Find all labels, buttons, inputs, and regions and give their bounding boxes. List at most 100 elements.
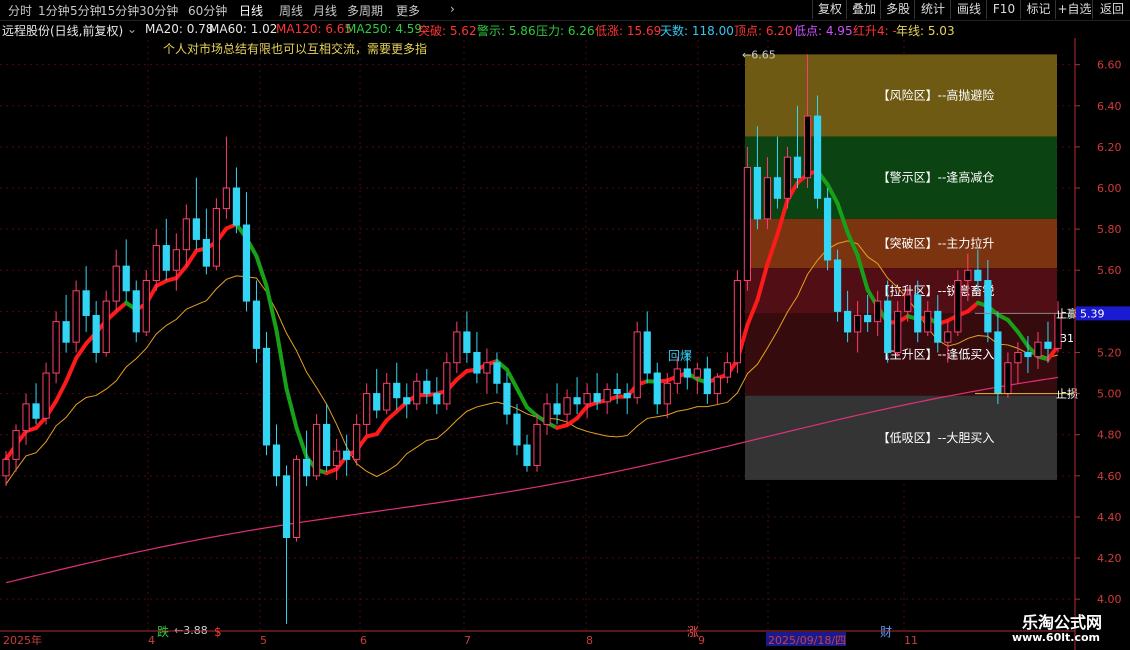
candle-body[interactable]	[573, 397, 581, 405]
candle-body[interactable]	[302, 458, 311, 477]
candle-body[interactable]	[673, 368, 681, 384]
candle-body[interactable]	[713, 376, 721, 395]
candle-body[interactable]	[643, 331, 651, 374]
candle-body[interactable]	[1044, 341, 1052, 349]
candle-body[interactable]	[1014, 351, 1022, 364]
candle-body[interactable]	[212, 208, 221, 267]
candle-body[interactable]	[843, 310, 852, 333]
candle-body[interactable]	[793, 156, 802, 179]
candle-body[interactable]	[703, 368, 711, 395]
candle-body[interactable]	[343, 450, 351, 460]
candle-body[interactable]	[543, 403, 551, 425]
candle-body[interactable]	[683, 368, 691, 378]
candle-body[interactable]	[62, 321, 70, 343]
chevron-down-icon[interactable]: ⌄	[127, 22, 137, 36]
candle-body[interactable]	[222, 187, 231, 210]
candle-body[interactable]	[723, 362, 731, 378]
chevron-right-icon[interactable]: ›	[450, 2, 455, 16]
candle-body[interactable]	[353, 423, 361, 460]
candle-body[interactable]	[904, 294, 912, 312]
stock-title[interactable]: 远程股份(日线,前复权)	[2, 22, 123, 39]
candle-body[interactable]	[864, 314, 872, 323]
candle-body[interactable]	[483, 362, 491, 374]
candle-body[interactable]	[323, 423, 331, 467]
toolbar-button-5[interactable]: F10	[986, 0, 1021, 19]
candle-body[interactable]	[433, 393, 441, 405]
candle-body[interactable]	[884, 300, 892, 353]
candle-body[interactable]	[112, 265, 120, 302]
toolbar-button-7[interactable]: +自选	[1055, 0, 1093, 19]
candle-body[interactable]	[653, 372, 661, 405]
candle-body[interactable]	[363, 393, 371, 425]
candlestick-chart[interactable]: 【风险区】--高抛避险【警示区】--逢高减仓【突破区】--主力拉升【拉升区】--…	[0, 38, 1130, 650]
candle-body[interactable]	[2, 458, 10, 477]
candle-body[interactable]	[72, 290, 80, 343]
candle-body[interactable]	[453, 331, 461, 364]
candle-body[interactable]	[252, 300, 261, 349]
candle-body[interactable]	[292, 458, 301, 538]
candle-body[interactable]	[503, 382, 511, 415]
candle-body[interactable]	[473, 351, 481, 374]
candle-body[interactable]	[122, 265, 130, 292]
candle-body[interactable]	[172, 249, 180, 271]
candle-body[interactable]	[312, 423, 321, 477]
candle-body[interactable]	[403, 397, 411, 405]
candle-body[interactable]	[854, 314, 862, 333]
candle-body[interactable]	[944, 331, 952, 343]
candle-body[interactable]	[733, 280, 741, 364]
candle-body[interactable]	[563, 397, 571, 415]
candle-body[interactable]	[102, 300, 110, 353]
tab-9[interactable]: 多周期	[347, 2, 383, 19]
candle-body[interactable]	[753, 166, 762, 220]
candle-body[interactable]	[282, 475, 291, 538]
candle-body[interactable]	[553, 403, 561, 415]
tab-2[interactable]: 5分钟	[70, 2, 102, 19]
candle-body[interactable]	[152, 245, 160, 282]
candle-body[interactable]	[493, 362, 501, 384]
candle-body[interactable]	[583, 393, 591, 405]
candle-body[interactable]	[693, 368, 701, 378]
candle-body[interactable]	[823, 197, 832, 261]
candle-body[interactable]	[964, 269, 972, 282]
candle-body[interactable]	[954, 280, 962, 333]
candle-body[interactable]	[463, 331, 471, 353]
tab-10[interactable]: 更多	[396, 2, 420, 19]
tab-1[interactable]: 1分钟	[38, 2, 70, 19]
candle-body[interactable]	[803, 115, 812, 179]
candle-body[interactable]	[513, 413, 521, 446]
candle-body[interactable]	[22, 403, 30, 432]
candle-body[interactable]	[162, 245, 170, 271]
candle-body[interactable]	[12, 430, 20, 460]
candle-body[interactable]	[984, 280, 992, 333]
candle-body[interactable]	[833, 259, 842, 312]
toolbar-button-3[interactable]: 统计	[914, 0, 951, 19]
candle-body[interactable]	[272, 444, 281, 477]
candle-body[interactable]	[894, 310, 902, 353]
candle-body[interactable]	[773, 177, 782, 199]
toolbar-button-6[interactable]: 标记	[1020, 0, 1056, 19]
tab-8[interactable]: 月线	[313, 2, 337, 19]
candle-body[interactable]	[813, 115, 822, 199]
candle-body[interactable]	[994, 331, 1002, 395]
tab-7[interactable]: 周线	[279, 2, 303, 19]
candle-body[interactable]	[42, 372, 50, 419]
candle-body[interactable]	[533, 423, 541, 467]
toolbar-button-0[interactable]: 复权	[812, 0, 847, 19]
toolbar-button-1[interactable]: 叠加	[846, 0, 881, 19]
candle-body[interactable]	[633, 331, 641, 399]
candle-body[interactable]	[232, 187, 241, 226]
candle-body[interactable]	[924, 310, 932, 333]
tab-5[interactable]: 60分钟	[188, 2, 227, 19]
candle-body[interactable]	[443, 362, 451, 405]
candle-body[interactable]	[523, 444, 531, 467]
candle-body[interactable]	[783, 156, 792, 199]
toolbar-button-2[interactable]: 多股	[880, 0, 915, 19]
candle-body[interactable]	[934, 310, 942, 343]
candle-body[interactable]	[763, 177, 772, 220]
candle-body[interactable]	[743, 166, 752, 282]
candle-body[interactable]	[1024, 351, 1032, 358]
candle-body[interactable]	[593, 393, 601, 403]
candle-body[interactable]	[623, 393, 631, 399]
candle-body[interactable]	[603, 388, 611, 403]
candle-body[interactable]	[383, 382, 391, 411]
